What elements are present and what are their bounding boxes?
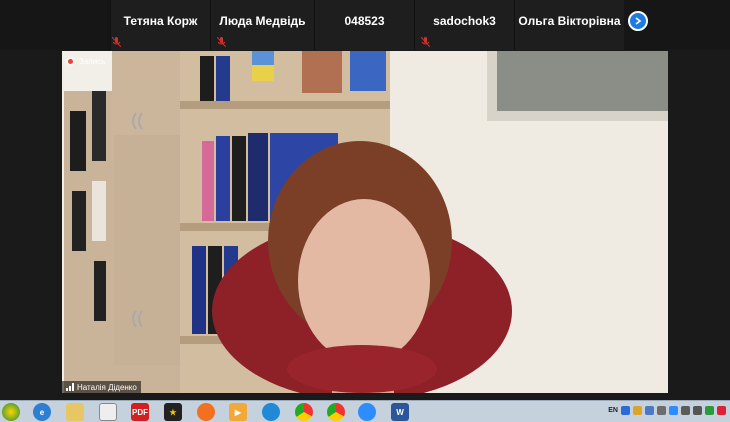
tray-icon[interactable] bbox=[645, 406, 654, 415]
tray-icon[interactable] bbox=[657, 406, 666, 415]
mic-muted-icon bbox=[112, 37, 121, 47]
tray-icon[interactable] bbox=[705, 406, 714, 415]
participant-tile[interactable]: Тетяна Корж bbox=[110, 0, 210, 50]
system-tray: EN bbox=[608, 406, 726, 415]
language-indicator[interactable]: EN bbox=[608, 407, 618, 414]
signal-bars-icon bbox=[66, 383, 74, 391]
participant-name: Ольга Вікторівна bbox=[518, 14, 621, 28]
start-icon[interactable] bbox=[2, 403, 20, 421]
participant-tile[interactable]: Люда Медвідь bbox=[210, 0, 314, 50]
participant-tile[interactable]: Ольга Вікторівна bbox=[514, 0, 624, 50]
network-icon[interactable] bbox=[681, 406, 690, 415]
participant-name: Тетяна Корж bbox=[123, 14, 198, 28]
video-player-icon[interactable]: ▶ bbox=[229, 403, 247, 421]
media-player-icon[interactable] bbox=[99, 403, 117, 421]
tray-icon[interactable] bbox=[717, 406, 726, 415]
recording-label: Запись bbox=[79, 57, 106, 66]
participant-name: sadochok3 bbox=[433, 14, 496, 28]
mic-muted-icon bbox=[421, 37, 430, 47]
firefox-icon[interactable] bbox=[197, 403, 215, 421]
chrome-alt-icon[interactable] bbox=[327, 403, 345, 421]
tray-icon[interactable] bbox=[669, 406, 678, 415]
file-explorer-icon[interactable] bbox=[66, 403, 84, 421]
volume-icon[interactable] bbox=[693, 406, 702, 415]
speaker-name: Наталія Діденко bbox=[77, 382, 137, 392]
video-frame bbox=[62, 51, 668, 393]
edge-icon[interactable] bbox=[262, 403, 280, 421]
next-page-button[interactable] bbox=[628, 11, 648, 31]
participant-tile[interactable]: 048523 bbox=[314, 0, 414, 50]
zoom-icon[interactable] bbox=[358, 403, 376, 421]
pdf-icon[interactable]: PDF bbox=[131, 403, 149, 421]
help-icon[interactable] bbox=[621, 406, 630, 415]
participant-strip: Тетяна Корж Люда Медвідь 048523 sadochok… bbox=[0, 0, 730, 50]
speaker-name-label: Наталія Діденко bbox=[62, 381, 141, 393]
participant-name: Люда Медвідь bbox=[219, 14, 306, 28]
recording-indicator: Запись bbox=[66, 57, 105, 66]
windows-taskbar: e PDF ★ ▶ W EN bbox=[0, 400, 730, 422]
tray-icon[interactable] bbox=[633, 406, 642, 415]
internet-explorer-icon[interactable]: e bbox=[33, 403, 51, 421]
mic-muted-icon bbox=[217, 37, 226, 47]
participant-name: 048523 bbox=[344, 14, 385, 28]
chevron-right-icon bbox=[635, 17, 642, 25]
active-speaker-video bbox=[62, 51, 668, 393]
media-star-icon[interactable]: ★ bbox=[164, 403, 182, 421]
word-icon[interactable]: W bbox=[391, 403, 409, 421]
record-icon bbox=[66, 57, 75, 66]
participant-tile[interactable]: sadochok3 bbox=[414, 0, 514, 50]
chrome-icon[interactable] bbox=[295, 403, 313, 421]
